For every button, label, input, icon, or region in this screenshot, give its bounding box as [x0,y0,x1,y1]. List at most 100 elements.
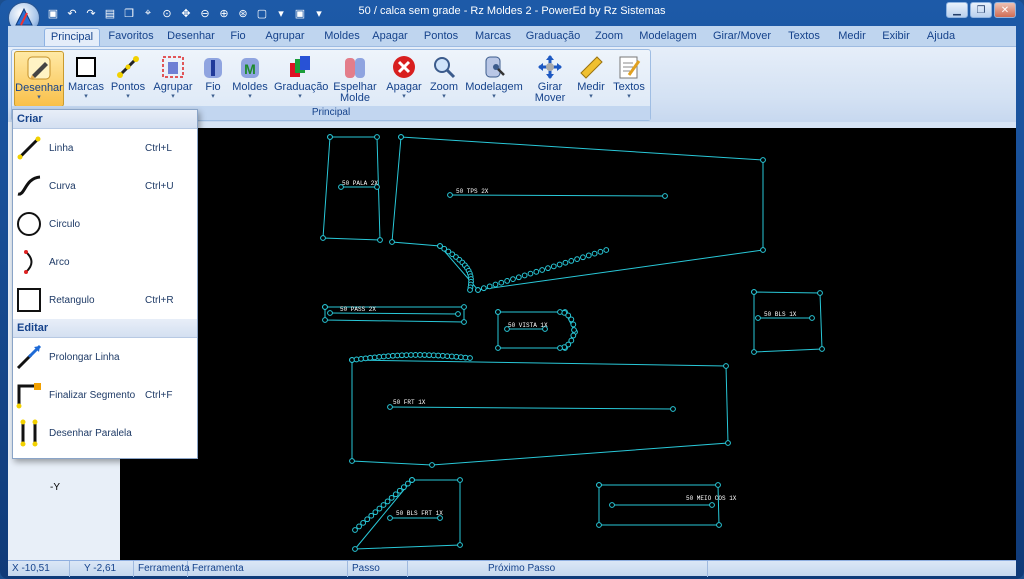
pattern-point[interactable] [562,259,569,266]
pattern-point[interactable] [492,281,499,288]
pattern-point[interactable] [349,357,355,363]
pattern-point[interactable] [715,482,721,488]
pattern-point[interactable] [376,505,383,512]
pattern-point[interactable] [356,523,362,530]
menu-item-linha[interactable]: Linha Ctrl+L [13,129,197,167]
piece-tps[interactable] [391,136,764,291]
pattern-point[interactable] [568,316,575,323]
fio-button[interactable]: Fio ▾ [198,51,228,107]
tab-graduacao[interactable]: Graduação [524,28,582,46]
pattern-point[interactable] [585,252,592,259]
tab-fio[interactable]: Fio [224,28,252,46]
pattern-point[interactable] [556,261,563,268]
pattern-point[interactable] [467,287,473,293]
pattern-point[interactable] [461,319,467,325]
pattern-point[interactable] [545,265,551,272]
pattern-point[interactable] [817,290,823,296]
pattern-point[interactable] [550,263,557,270]
pattern-point[interactable] [409,477,415,483]
pattern-point[interactable] [461,304,467,310]
pattern-point[interactable] [396,487,403,494]
agrupar-button[interactable]: Agrupar ▾ [152,51,194,107]
pattern-point[interactable] [539,267,546,273]
tab-exibir[interactable]: Exibir [878,28,914,46]
pattern-point[interactable] [455,311,461,317]
pattern-point[interactable] [320,235,326,241]
tab-agrupar[interactable]: Agrupar [260,28,310,46]
modelagem-button[interactable]: Modelagem ▾ [464,51,524,107]
pattern-point[interactable] [760,247,766,253]
menu-item-arco[interactable]: Arco [13,243,197,281]
maximize-button[interactable]: ❐ [970,2,992,18]
drawing-canvas[interactable]: 50 PALA 2X 50 TPS 2X 50 PASS 2X 50 VISTA 1X… [120,128,1016,560]
pattern-point[interactable] [387,515,393,521]
pattern-point[interactable] [467,355,473,361]
pattern-point[interactable] [495,345,501,351]
pattern-point[interactable] [322,317,328,323]
close-button[interactable]: ✕ [994,2,1016,18]
pattern-point[interactable] [557,345,563,351]
pattern-point[interactable] [384,498,391,505]
pattern-point[interactable] [400,484,407,491]
pattern-point[interactable] [596,482,602,488]
pattern-point[interactable] [495,309,501,315]
zoom-button[interactable]: Zoom ▾ [426,51,462,107]
pattern-point[interactable] [358,355,364,362]
pattern-point[interactable] [353,356,360,363]
pontos-button[interactable]: Pontos ▾ [108,51,148,107]
medir-button[interactable]: Medir ▾ [574,51,608,107]
pattern-point[interactable] [760,157,766,163]
pattern-point[interactable] [447,192,453,198]
tab-medir[interactable]: Medir [834,28,870,46]
pattern-point[interactable] [352,546,358,552]
marcas-button[interactable]: Marcas ▾ [66,51,106,107]
tab-textos[interactable]: Textos [784,28,824,46]
pattern-point[interactable] [521,272,528,279]
pattern-point[interactable] [580,254,586,261]
pattern-point[interactable] [568,258,575,264]
tab-moldes[interactable]: Moldes [318,28,366,46]
tab-desenhar[interactable]: Desenhar [164,28,218,46]
desenhar-button[interactable]: Desenhar ▾ [14,51,64,107]
apagar-button[interactable]: Apagar ▾ [384,51,424,107]
pattern-point[interactable] [475,287,481,293]
pattern-point[interactable] [322,304,328,310]
pattern-point[interactable] [591,250,598,257]
tab-ajuda[interactable]: Ajuda [924,28,958,46]
textos-button[interactable]: Textos ▾ [610,51,648,107]
pattern-point[interactable] [360,519,367,526]
pattern-point[interactable] [504,278,511,284]
menu-item-retangulo[interactable]: Retangulo Ctrl+R [13,281,197,319]
pattern-point[interactable] [368,512,375,519]
pattern-point[interactable] [515,274,522,281]
pattern-point[interactable] [405,480,411,487]
pattern-point[interactable] [570,321,577,328]
tab-pontos[interactable]: Pontos [420,28,462,46]
pattern-point[interactable] [380,502,387,508]
pattern-point[interactable] [498,279,505,286]
tab-zoom[interactable]: Zoom [592,28,626,46]
piece-frt[interactable] [351,359,729,466]
pattern-point[interactable] [609,502,615,508]
pattern-point[interactable] [662,193,668,199]
pattern-point[interactable] [725,440,731,446]
pattern-point[interactable] [429,462,435,468]
menu-item-prolongar-linha[interactable]: Prolongar Linha [13,338,197,376]
menu-item-desenhar-paralela[interactable]: Desenhar Paralela [13,414,197,452]
pattern-point[interactable] [364,516,371,523]
pattern-point[interactable] [377,237,383,243]
pattern-point[interactable] [389,239,395,245]
pattern-point[interactable] [755,315,761,321]
menu-item-circulo[interactable]: Circulo [13,205,197,243]
tab-modelagem[interactable]: Modelagem [636,28,700,46]
pattern-point[interactable] [716,522,722,528]
pattern-point[interactable] [751,289,757,295]
piece-pala[interactable] [322,136,381,241]
pattern-point[interactable] [597,248,604,255]
menu-item-finalizar-segmento[interactable]: Finalizar Segmento Ctrl+F [13,376,197,414]
pattern-point[interactable] [392,491,399,498]
pattern-point[interactable] [533,268,540,275]
pattern-point[interactable] [327,134,333,140]
pattern-point[interactable] [387,404,393,410]
tab-favoritos[interactable]: Favoritos [104,28,158,46]
